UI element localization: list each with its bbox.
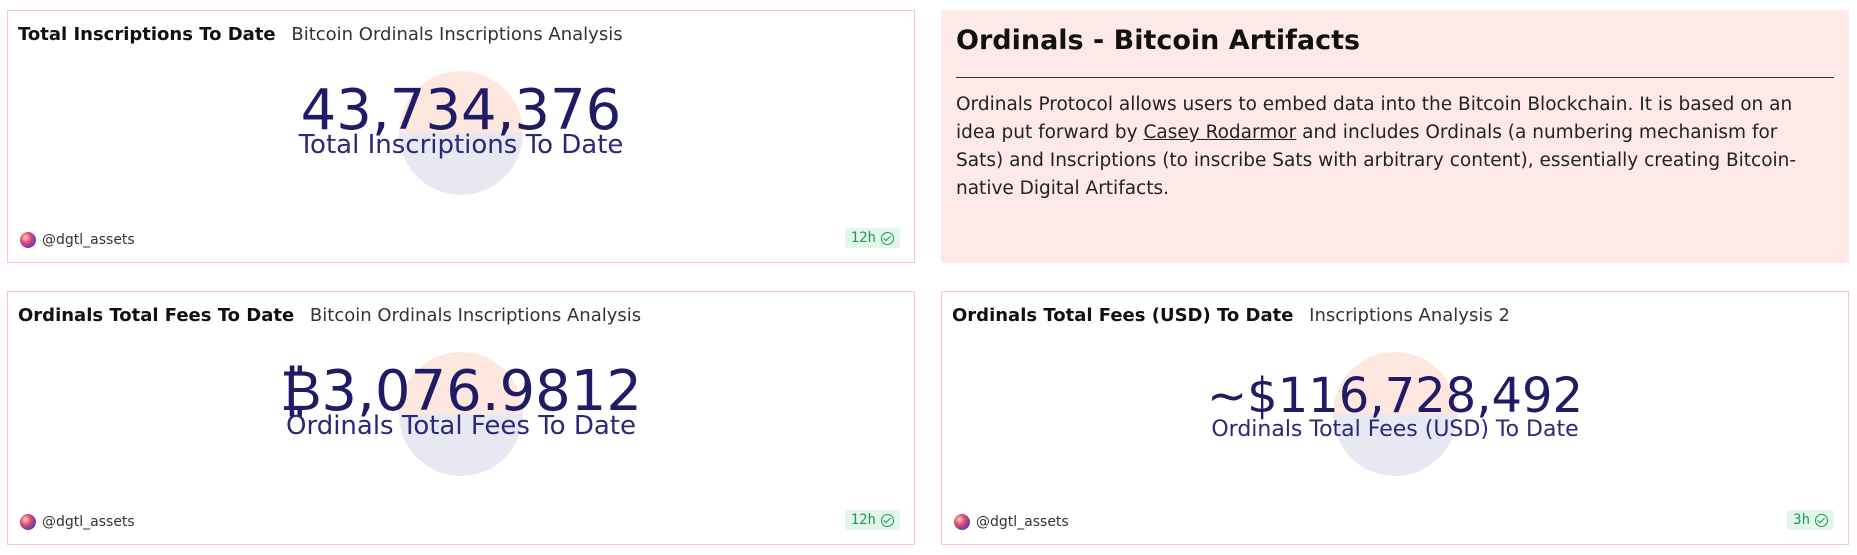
refresh-interval: 12h: [850, 230, 876, 246]
counter-label: Ordinals Total Fees (USD) To Date: [1211, 417, 1579, 442]
card-subtitle[interactable]: Inscriptions Analysis 2: [1309, 305, 1510, 326]
card-header: Ordinals Total Fees (USD) To Date Inscri…: [952, 305, 1510, 326]
author-link[interactable]: @dgtl_assets: [20, 514, 135, 530]
card-title[interactable]: Ordinals Total Fees To Date: [18, 305, 294, 326]
author-link[interactable]: @dgtl_assets: [954, 514, 1069, 530]
refresh-interval: 12h: [850, 512, 876, 528]
refresh-interval: 3h: [1793, 512, 1810, 528]
text-card-body: Ordinals Protocol allows users to embed …: [956, 91, 1818, 203]
avatar: [20, 514, 36, 530]
refresh-badge[interactable]: 3h: [1787, 510, 1834, 530]
counter-card-total-inscriptions: Total Inscriptions To Date Bitcoin Ordin…: [7, 10, 915, 263]
counter-label: Total Inscriptions To Date: [298, 130, 624, 160]
avatar: [20, 232, 36, 248]
counter-card-fees-usd: Ordinals Total Fees (USD) To Date Inscri…: [941, 291, 1849, 545]
author-link[interactable]: @dgtl_assets: [20, 232, 135, 248]
check-circle-icon: [1815, 513, 1828, 527]
text-card-title: Ordinals - Bitcoin Artifacts: [956, 25, 1361, 56]
card-subtitle[interactable]: Bitcoin Ordinals Inscriptions Analysis: [310, 305, 641, 326]
author-name: @dgtl_assets: [42, 514, 135, 530]
card-subtitle[interactable]: Bitcoin Ordinals Inscriptions Analysis: [291, 24, 622, 45]
text-card-ordinals-artifacts: Ordinals - Bitcoin Artifacts Ordinals Pr…: [941, 10, 1849, 263]
card-title[interactable]: Total Inscriptions To Date: [18, 24, 276, 45]
card-header: Total Inscriptions To Date Bitcoin Ordin…: [18, 24, 623, 45]
counter-label: Ordinals Total Fees To Date: [286, 411, 636, 441]
check-circle-icon: [881, 231, 894, 245]
author-name: @dgtl_assets: [976, 514, 1069, 530]
check-circle-icon: [881, 513, 894, 527]
author-name: @dgtl_assets: [42, 232, 135, 248]
counter-card-fees-btc: Ordinals Total Fees To Date Bitcoin Ordi…: [7, 291, 915, 545]
avatar: [954, 514, 970, 530]
casey-rodarmor-link[interactable]: Casey Rodarmor: [1143, 122, 1296, 143]
card-header: Ordinals Total Fees To Date Bitcoin Ordi…: [18, 305, 641, 326]
divider: [956, 77, 1834, 78]
refresh-badge[interactable]: 12h: [844, 228, 900, 248]
refresh-badge[interactable]: 12h: [844, 510, 900, 530]
card-title[interactable]: Ordinals Total Fees (USD) To Date: [952, 305, 1293, 326]
